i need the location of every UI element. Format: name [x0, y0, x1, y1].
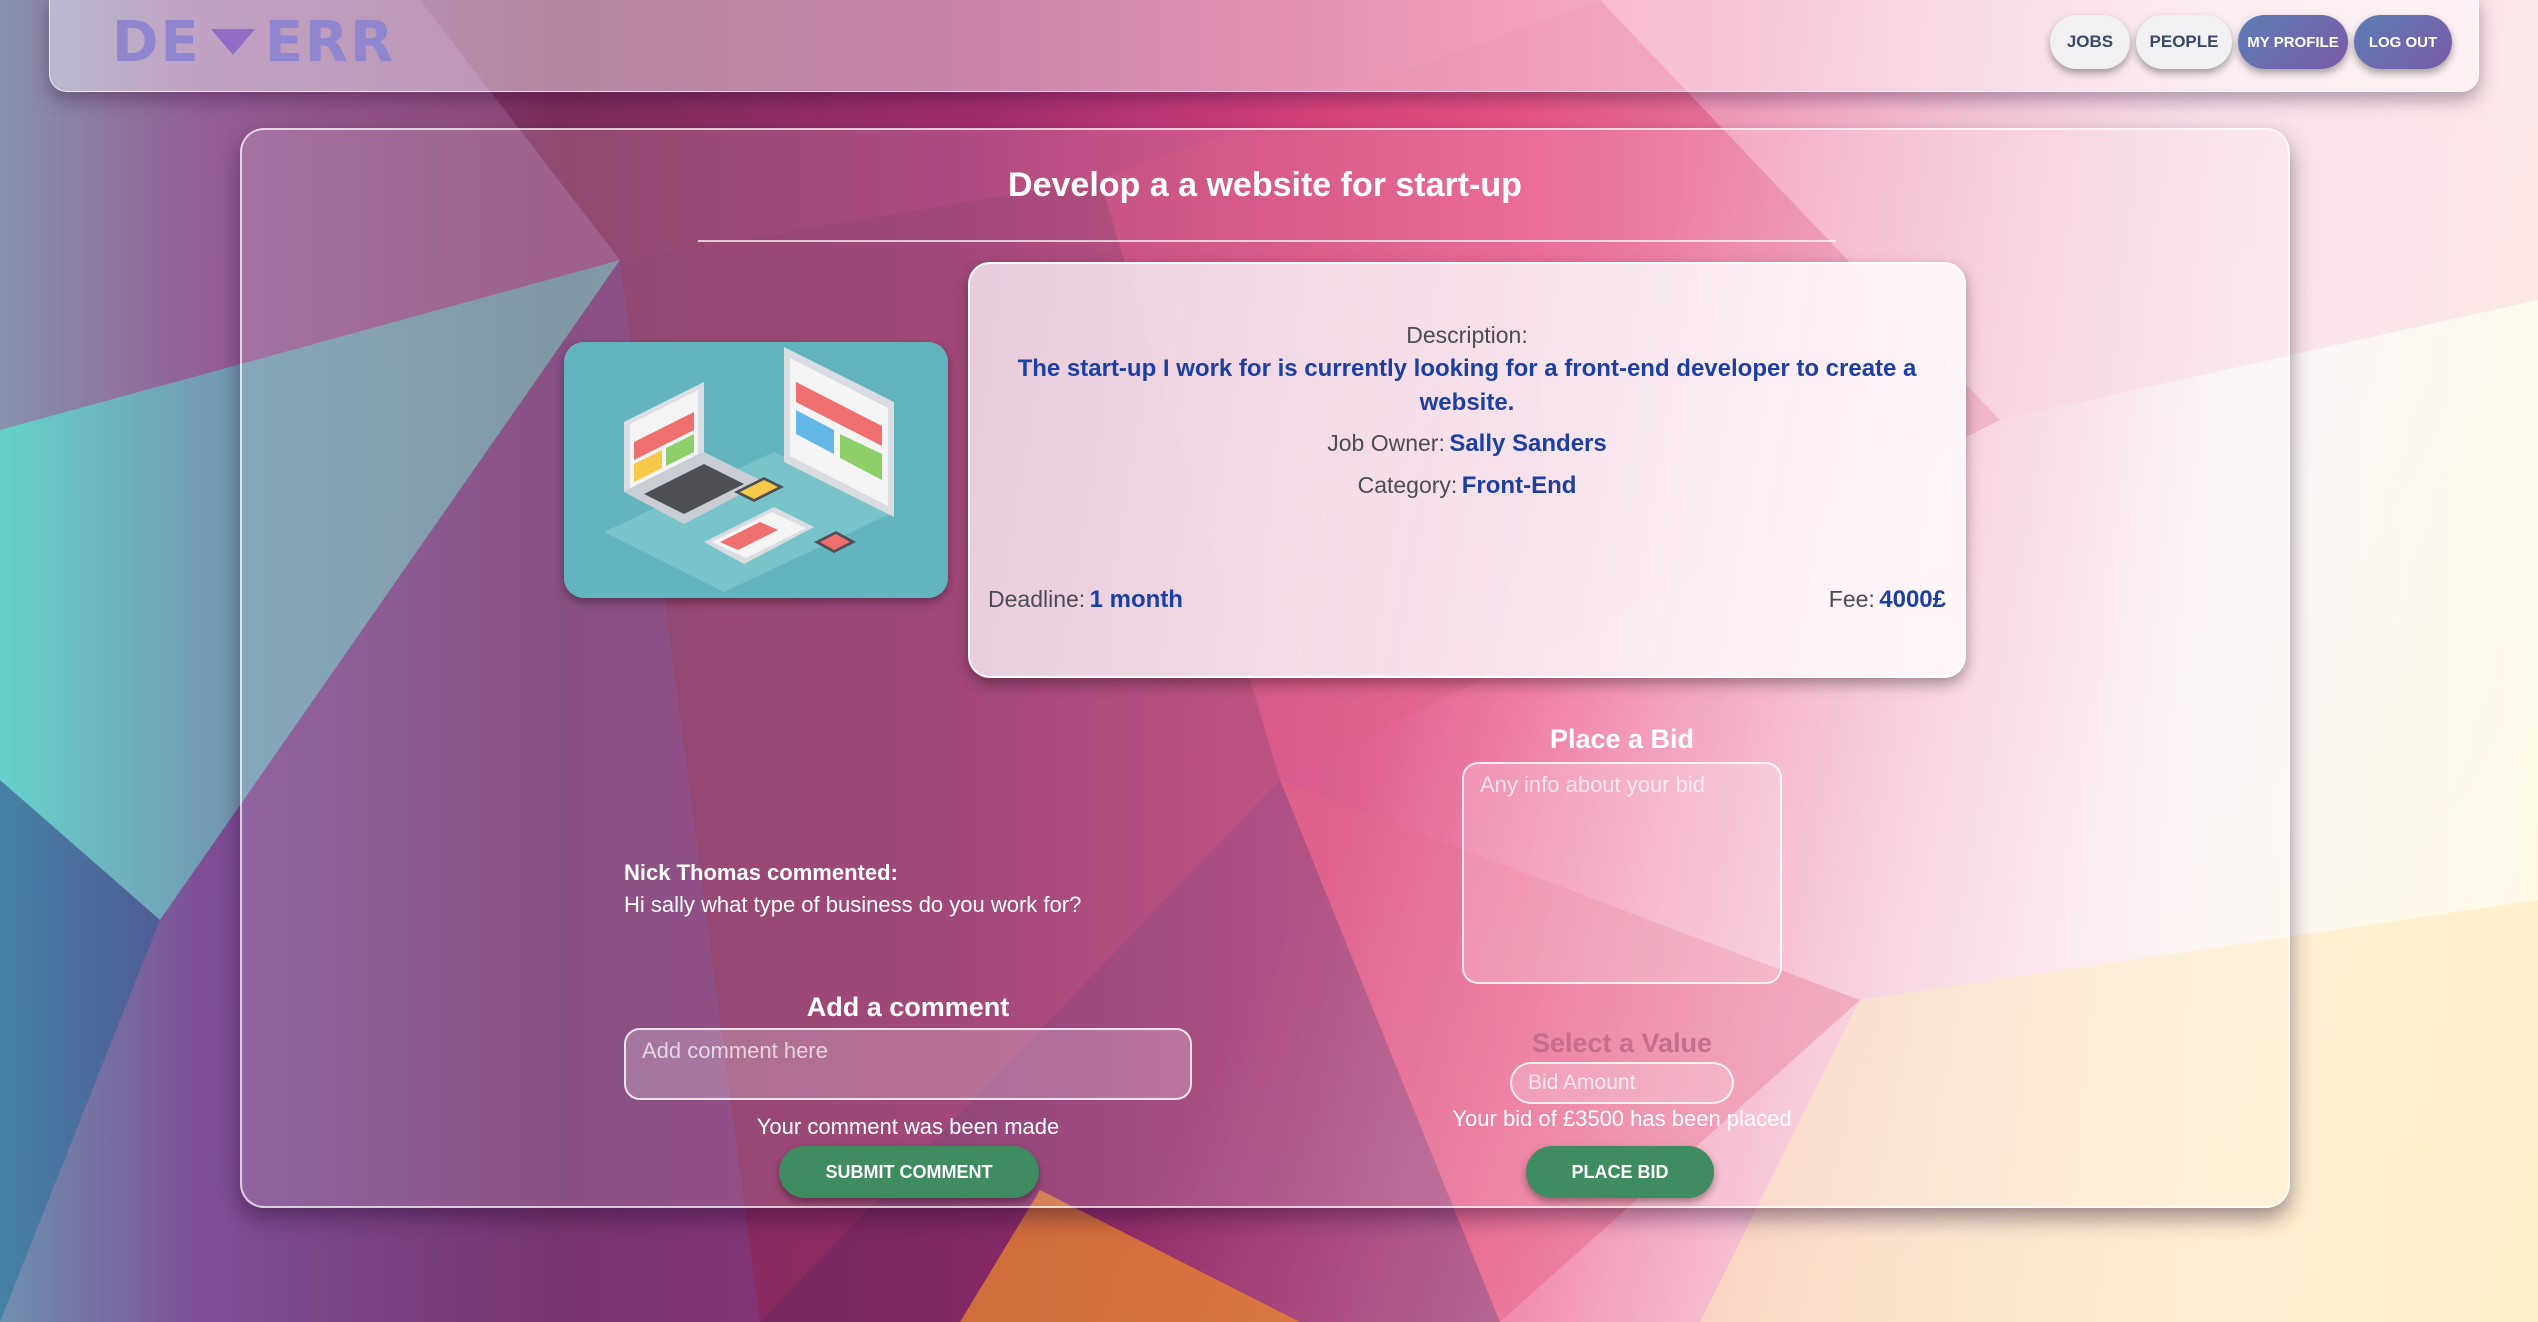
comment-author: Nick Thomas commented: [624, 860, 898, 885]
category-label: Category: [1357, 472, 1458, 498]
laptop-devices-illustration-icon [564, 342, 948, 598]
comment-input[interactable] [624, 1028, 1192, 1100]
bid-status-message: Your bid of £3500 has been placed [1452, 1106, 1792, 1131]
log-out-button[interactable]: LOG OUT [2354, 15, 2452, 69]
job-title: Develop a a website for start-up [1008, 166, 1522, 204]
job-owner-name[interactable]: Sally Sanders [1449, 430, 1606, 457]
people-button[interactable]: PEOPLE [2136, 15, 2232, 69]
deadline-row: Deadline: 1 month [988, 586, 1183, 614]
description-text: The start-up I work for is currently loo… [1017, 355, 1917, 416]
job-owner-label: Job Owner: [1327, 430, 1445, 456]
description-label: Description: [1406, 322, 1528, 348]
logo-text-right: ERR [264, 9, 396, 75]
category-row: Category: Front-End [970, 472, 1964, 500]
app-logo[interactable]: DE ERR [112, 7, 395, 77]
job-owner-row: Job Owner: Sally Sanders [970, 430, 1964, 458]
select-value-title: Select a Value [1531, 1028, 1713, 1058]
fee-row: Fee: 4000£ [1829, 586, 1946, 614]
job-detail-panel: Develop a a website for start-up Descrip… [240, 128, 2290, 1208]
comment-item: Nick Thomas commented: Hi sally what typ… [624, 860, 1081, 918]
logo-triangle-icon [210, 29, 255, 55]
logo-text-left: DE [112, 9, 201, 75]
place-bid-title: Place a Bid [1549, 724, 1695, 754]
deadline-value: 1 month [1089, 586, 1183, 613]
my-profile-button[interactable]: MY PROFILE [2238, 15, 2348, 69]
title-divider [698, 240, 1836, 242]
nav-buttons: JOBS PEOPLE MY PROFILE LOG OUT [2050, 15, 2452, 69]
bid-amount-input[interactable] [1510, 1062, 1734, 1104]
job-image [564, 342, 948, 598]
fee-value: 4000£ [1879, 586, 1946, 613]
comment-text: Hi sally what type of business do you wo… [624, 892, 1082, 917]
top-navbar: DE ERR JOBS PEOPLE MY PROFILE LOG OUT [49, 0, 2479, 92]
deadline-label: Deadline: [988, 586, 1086, 612]
category-value: Front-End [1461, 472, 1577, 499]
comment-status-message: Your comment was been made [756, 1114, 1060, 1139]
add-comment-title: Add a comment [806, 992, 1010, 1022]
job-info-card: Description: The start-up I work for is … [968, 262, 1966, 678]
jobs-button[interactable]: JOBS [2050, 15, 2130, 69]
place-bid-button[interactable]: PLACE BID [1526, 1146, 1714, 1198]
fee-label: Fee: [1828, 586, 1875, 612]
submit-comment-button[interactable]: SUBMIT COMMENT [779, 1146, 1039, 1198]
bid-info-input[interactable] [1462, 762, 1782, 984]
